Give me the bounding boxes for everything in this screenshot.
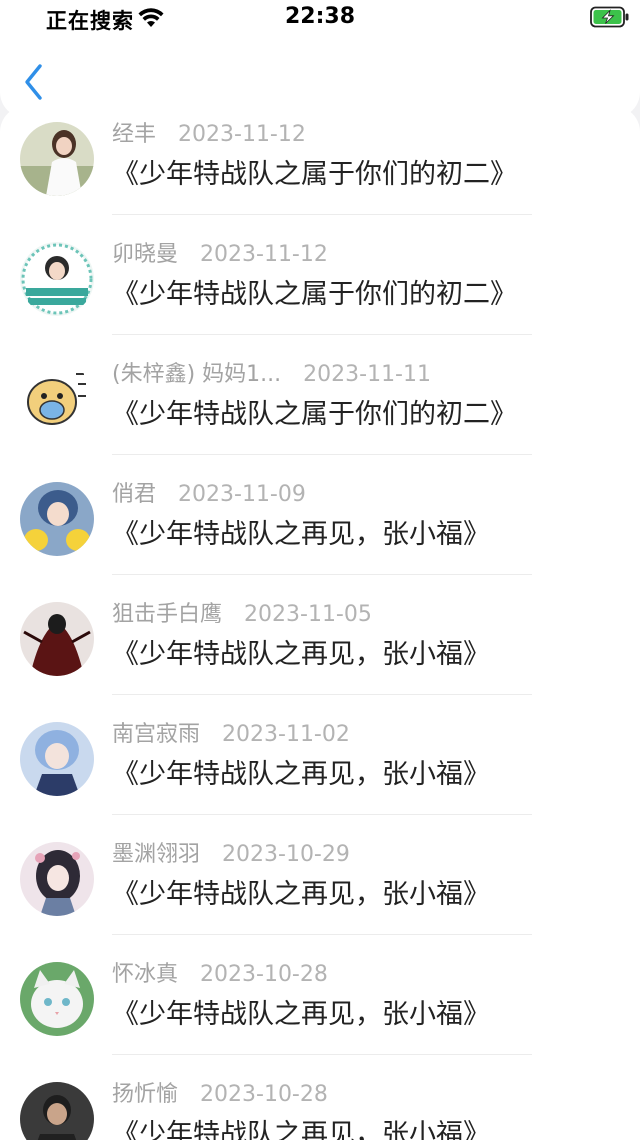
comment-title[interactable]: 《少年特战队之再见，张小福》 xyxy=(112,992,490,1031)
commenter-name[interactable]: 怀冰真 xyxy=(112,962,178,987)
list-item[interactable]: 俏君 2023-11-09 《少年特战队之再见，张小福》 xyxy=(0,474,640,594)
comment-date: 2023-10-29 xyxy=(222,842,350,867)
commenter-name[interactable]: 扬忻愉 xyxy=(112,1082,178,1107)
comment-meta: 卯晓曼 2023-11-12 xyxy=(112,236,328,268)
chevron-left-icon xyxy=(25,64,42,100)
comment-date: 2023-11-09 xyxy=(178,482,306,507)
divider xyxy=(112,934,532,935)
divider xyxy=(112,454,532,455)
comment-date: 2023-10-28 xyxy=(200,1082,328,1107)
comment-meta: 扬忻愉 2023-10-28 xyxy=(112,1076,328,1108)
avatar-dark-red-character-icon xyxy=(20,602,94,676)
comment-title[interactable]: 《少年特战队之再见，张小福》 xyxy=(112,752,490,791)
avatar-birthday-badge-icon xyxy=(20,242,94,316)
avatar[interactable] xyxy=(20,602,94,676)
battery-charging-icon xyxy=(590,6,629,28)
avatar[interactable] xyxy=(20,242,94,316)
comment-date: 2023-11-02 xyxy=(222,722,350,747)
divider xyxy=(112,574,532,575)
commenter-name[interactable]: 南宫寂雨 xyxy=(112,722,200,747)
comment-title[interactable]: 《少年特战队之再见，张小福》 xyxy=(112,632,490,671)
comment-date: 2023-10-28 xyxy=(200,962,328,987)
commenter-name[interactable]: 俏君 xyxy=(112,482,156,507)
comment-date: 2023-11-05 xyxy=(244,602,372,627)
commenter-name[interactable]: (朱梓鑫) 妈妈1... xyxy=(112,362,281,387)
status-time: 22:38 xyxy=(284,4,356,29)
comment-meta: (朱梓鑫) 妈妈1... 2023-11-11 xyxy=(112,356,431,388)
list-item[interactable]: 卯晓曼 2023-11-12 《少年特战队之属于你们的初二》 xyxy=(0,234,640,354)
avatar-anime-blue-hair-icon xyxy=(20,722,94,796)
comment-meta: 经丰 2023-11-12 xyxy=(112,116,306,148)
back-button[interactable] xyxy=(18,60,52,104)
comment-title[interactable]: 《少年特战队之属于你们的初二》 xyxy=(112,272,517,311)
comment-date: 2023-11-12 xyxy=(178,122,306,147)
avatar-white-cat-icon xyxy=(20,962,94,1036)
status-bar: 正在搜索 22:38 xyxy=(0,0,640,36)
avatar[interactable] xyxy=(20,1082,94,1140)
list-item[interactable]: 墨渊翎羽 2023-10-29 《少年特战队之再见，张小福》 xyxy=(0,834,640,954)
comment-meta: 俏君 2023-11-09 xyxy=(112,476,306,508)
screen: 正在搜索 22:38 经丰 2023-11-12 《少年特战队之属于你们的初二》… xyxy=(0,0,640,1140)
commenter-name[interactable]: 卯晓曼 xyxy=(112,242,178,267)
comment-meta: 狙击手白鹰 2023-11-05 xyxy=(112,596,372,628)
divider xyxy=(112,334,532,335)
comment-meta: 南宫寂雨 2023-11-02 xyxy=(112,716,350,748)
commenter-name[interactable]: 狙击手白鹰 xyxy=(112,602,222,627)
divider xyxy=(112,214,532,215)
avatar[interactable] xyxy=(20,842,94,916)
divider xyxy=(112,814,532,815)
comment-title[interactable]: 《少年特战队之属于你们的初二》 xyxy=(112,152,517,191)
avatar-boy-photo-icon xyxy=(20,1082,94,1140)
list-item[interactable]: 南宫寂雨 2023-11-02 《少年特战队之再见，张小福》 xyxy=(0,714,640,834)
comment-date: 2023-11-12 xyxy=(200,242,328,267)
avatar[interactable] xyxy=(20,482,94,556)
avatar[interactable] xyxy=(20,122,94,196)
avatar[interactable] xyxy=(20,962,94,1036)
comment-title[interactable]: 《少年特战队之再见，张小福》 xyxy=(112,1112,490,1140)
list-item[interactable]: 狙击手白鹰 2023-11-05 《少年特战队之再见，张小福》 xyxy=(0,594,640,714)
comment-list-card: 经丰 2023-11-12 《少年特战队之属于你们的初二》 卯晓曼 2023-1… xyxy=(0,106,640,1140)
comment-title[interactable]: 《少年特战队之再见，张小福》 xyxy=(112,512,490,551)
avatar-girl-white-dress-icon xyxy=(20,122,94,196)
list-item[interactable]: 扬忻愉 2023-10-28 《少年特战队之再见，张小福》 xyxy=(0,1074,640,1140)
commenter-name[interactable]: 经丰 xyxy=(112,122,156,147)
header: 正在搜索 22:38 xyxy=(0,0,640,118)
comment-title[interactable]: 《少年特战队之再见，张小福》 xyxy=(112,872,490,911)
avatar-anime-boy-pikachu-icon xyxy=(20,482,94,556)
list-item[interactable]: 怀冰真 2023-10-28 《少年特战队之再见，张小福》 xyxy=(0,954,640,1074)
list-item[interactable]: (朱梓鑫) 妈妈1... 2023-11-11 《少年特战队之属于你们的初二》 xyxy=(0,354,640,474)
comment-date: 2023-11-11 xyxy=(303,362,431,387)
comment-meta: 怀冰真 2023-10-28 xyxy=(112,956,328,988)
list-item[interactable]: 经丰 2023-11-12 《少年特战队之属于你们的初二》 xyxy=(0,114,640,234)
avatar[interactable] xyxy=(20,362,94,436)
commenter-name[interactable]: 墨渊翎羽 xyxy=(112,842,200,867)
divider xyxy=(112,1054,532,1055)
comment-title[interactable]: 《少年特战队之属于你们的初二》 xyxy=(112,392,517,431)
avatar[interactable] xyxy=(20,722,94,796)
comment-meta: 墨渊翎羽 2023-10-29 xyxy=(112,836,350,868)
avatar-anime-girl-flowers-icon xyxy=(20,842,94,916)
avatar-cartoon-dog-sticker-icon xyxy=(20,362,94,436)
divider xyxy=(112,694,532,695)
